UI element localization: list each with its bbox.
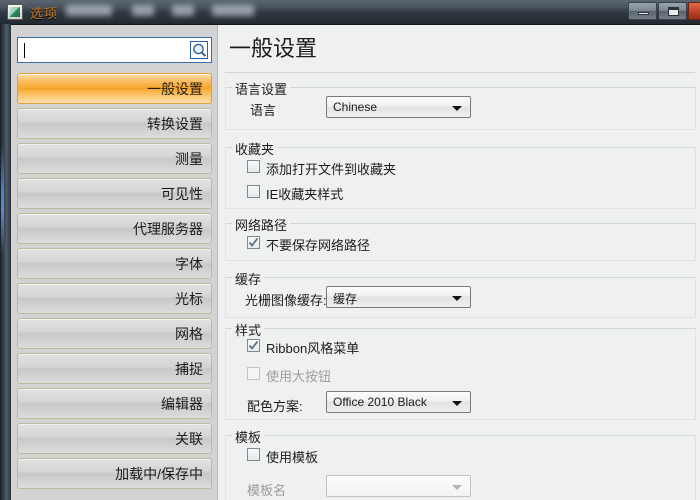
left-border-accent: [1, 144, 4, 254]
chevron-down-icon: [452, 296, 462, 301]
language-select[interactable]: Chinese: [326, 96, 471, 118]
sidebar-item-label: 一般设置: [147, 81, 203, 97]
group-network-path: 网络路径 不要保存网络路径: [225, 215, 696, 261]
group-legend: 缓存: [232, 269, 265, 288]
sidebar-item-loading-saving[interactable]: 加载中/保存中: [17, 458, 212, 489]
sidebar-item-label: 字体: [175, 256, 203, 272]
sidebar-item-conversion[interactable]: 转换设置: [17, 108, 212, 139]
group-legend: 语言设置: [232, 79, 291, 98]
window-left-border: [0, 24, 11, 500]
window-content: 一般设置 转换设置 测量 可见性 代理服务器 字体 光标 网格 捕捉 编辑器 关…: [11, 25, 700, 500]
checkbox-box[interactable]: [247, 185, 260, 198]
group-favorites: 收藏夹 添加打开文件到收藏夹 IE收藏夹样式: [225, 139, 696, 209]
checkbox-label: Ribbon风格菜单: [266, 341, 360, 356]
settings-panel: 一般设置 语言设置 语言 Chinese 收藏夹 添加打开文件到收藏夹 IE收藏…: [219, 25, 700, 500]
sidebar-item-label: 捕捉: [175, 361, 203, 377]
sidebar-nav-list: 一般设置 转换设置 测量 可见性 代理服务器 字体 光标 网格 捕捉 编辑器 关…: [11, 73, 218, 493]
sidebar-item-editor[interactable]: 编辑器: [17, 388, 212, 419]
search-icon[interactable]: [190, 41, 208, 59]
group-legend: 样式: [232, 320, 265, 339]
language-value: Chinese: [333, 100, 378, 114]
sidebar-item-cursor[interactable]: 光标: [17, 283, 212, 314]
search-box[interactable]: [17, 37, 212, 63]
raster-image-cache-value: 缓存: [333, 292, 358, 306]
color-scheme-select[interactable]: Office 2010 Black: [326, 391, 471, 413]
sidebar-item-measurement[interactable]: 测量: [17, 143, 212, 174]
checkbox-box[interactable]: [247, 339, 260, 352]
checkbox-label: 使用大按钮: [266, 369, 332, 384]
sidebar-item-visibility[interactable]: 可见性: [17, 178, 212, 209]
title-bar: 选项: [0, 0, 700, 25]
title-divider: [225, 72, 695, 73]
sidebar-item-fonts[interactable]: 字体: [17, 248, 212, 279]
sidebar-item-label: 网格: [175, 326, 203, 342]
blurred-menu-item: [172, 5, 194, 16]
options-window: 选项 一般设置 转换设置 测量 可见性 代理服务器 字体 光标 网格 捕捉 编辑…: [0, 0, 700, 500]
sidebar-item-proxy-server[interactable]: 代理服务器: [17, 213, 212, 244]
group-language-settings: 语言设置 语言 Chinese: [225, 79, 696, 130]
sidebar-item-general[interactable]: 一般设置: [17, 73, 212, 104]
group-legend: 收藏夹: [232, 139, 278, 158]
sidebar-item-association[interactable]: 关联: [17, 423, 212, 454]
raster-image-cache-select[interactable]: 缓存: [326, 286, 471, 308]
group-template: 模板 使用模板 模板名: [225, 427, 696, 500]
color-scheme-label: 配色方案:: [247, 399, 303, 414]
chevron-down-icon: [452, 401, 462, 406]
maximize-icon[interactable]: [658, 2, 687, 20]
blurred-menu-strip: [62, 0, 262, 24]
group-cache: 缓存 光栅图像缓存: 缓存: [225, 269, 696, 318]
sidebar: 一般设置 转换设置 测量 可见性 代理服务器 字体 光标 网格 捕捉 编辑器 关…: [11, 25, 218, 500]
group-legend: 模板: [232, 427, 265, 446]
group-legend: 网络路径: [232, 215, 291, 234]
sidebar-item-label: 可见性: [161, 186, 203, 202]
sidebar-item-label: 代理服务器: [133, 221, 203, 237]
sidebar-item-label: 测量: [175, 151, 203, 167]
checkbox-label: IE收藏夹样式: [266, 187, 344, 202]
color-scheme-value: Office 2010 Black: [333, 395, 427, 409]
chevron-down-icon: [452, 485, 462, 490]
checkbox-box[interactable]: [247, 236, 260, 249]
sidebar-item-label: 转换设置: [147, 116, 203, 132]
checkbox-label: 不要保存网络路径: [266, 238, 371, 253]
sidebar-item-snap[interactable]: 捕捉: [17, 353, 212, 384]
chevron-down-icon: [452, 106, 462, 111]
group-style: 样式 Ribbon风格菜单 使用大按钮 配色方案: Office 2010 Bl: [225, 320, 696, 420]
search-input[interactable]: [22, 41, 186, 61]
blurred-menu-item: [66, 5, 112, 16]
checkbox-box: [247, 367, 260, 380]
template-name-label: 模板名: [247, 483, 287, 498]
checkbox-box[interactable]: [247, 160, 260, 173]
template-name-select: [326, 475, 471, 497]
sidebar-item-grid[interactable]: 网格: [17, 318, 212, 349]
sidebar-item-label: 关联: [175, 431, 203, 447]
sidebar-item-label: 加载中/保存中: [115, 466, 203, 482]
options-app-icon: [7, 4, 23, 20]
checkbox-label: 添加打开文件到收藏夹: [266, 162, 397, 177]
blurred-menu-item: [212, 5, 254, 16]
language-label: 语言: [250, 103, 277, 118]
page-title: 一般设置: [229, 36, 318, 61]
blurred-menu-item: [132, 5, 154, 16]
sidebar-item-label: 编辑器: [161, 396, 203, 412]
checkbox-label: 使用模板: [266, 450, 319, 465]
close-icon[interactable]: [688, 2, 700, 20]
window-title: 选项: [30, 6, 59, 21]
sidebar-item-label: 光标: [175, 291, 203, 307]
window-controls: [628, 2, 700, 21]
checkbox-box[interactable]: [247, 448, 260, 461]
minimize-icon[interactable]: [628, 2, 657, 20]
raster-image-cache-label: 光栅图像缓存:: [245, 293, 327, 308]
